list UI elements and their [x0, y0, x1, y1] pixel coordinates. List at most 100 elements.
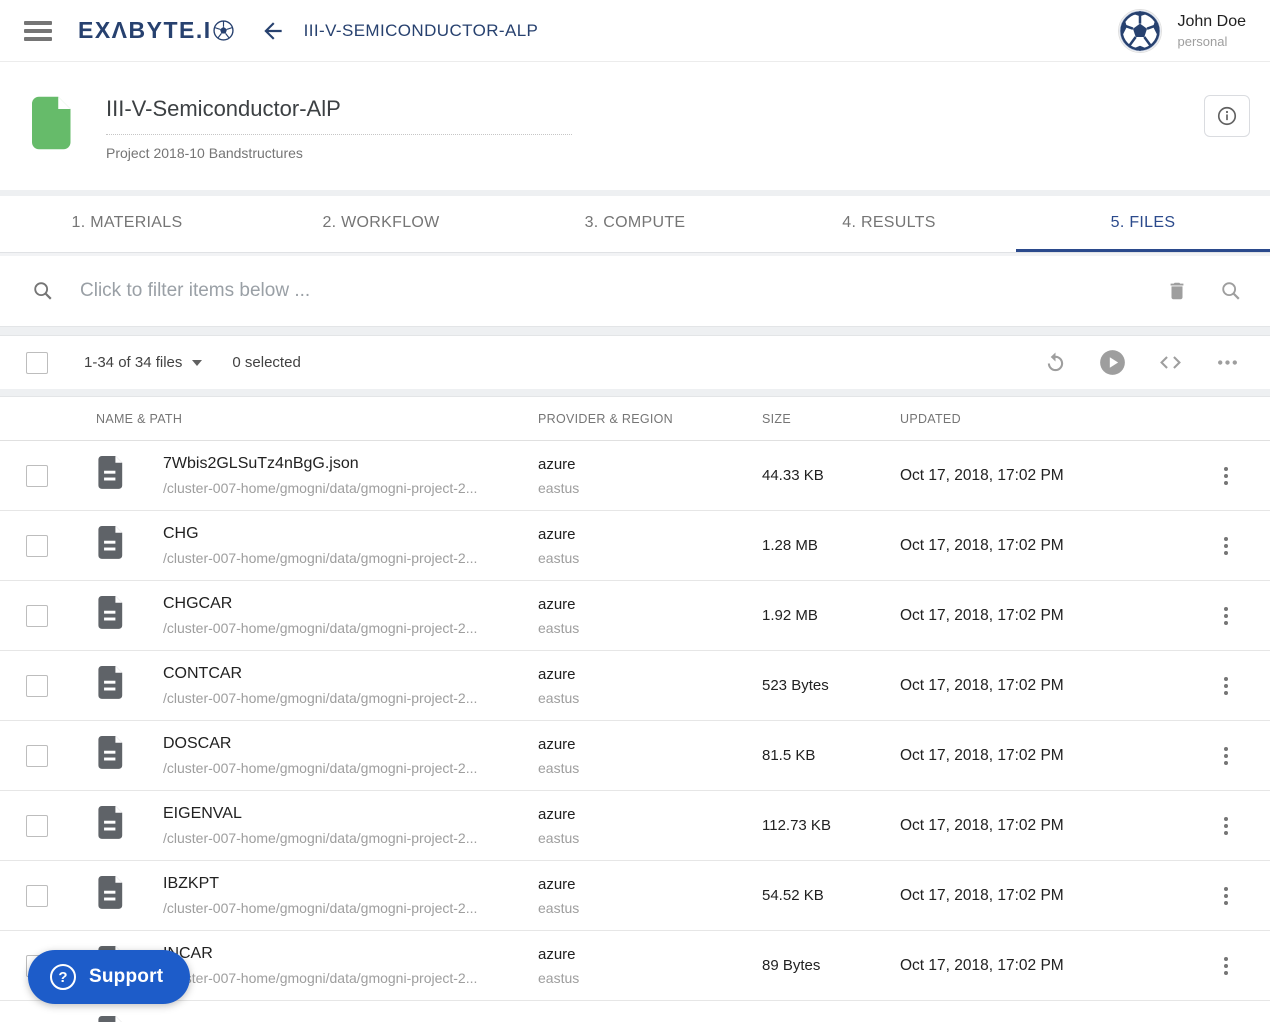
table-row[interactable]: IBZKPT /cluster-007-home/gmogni/data/gmo… [0, 861, 1270, 931]
row-menu-icon[interactable] [1218, 601, 1234, 631]
more-horizontal-icon[interactable] [1215, 350, 1240, 375]
file-name: CONTCAR [163, 665, 243, 682]
file-provider: azure [538, 595, 576, 613]
table-row[interactable]: CHGCAR /cluster-007-home/gmogni/data/gmo… [0, 581, 1270, 651]
file-region: eastus [538, 619, 580, 636]
col-header-updated[interactable]: UPDATED [900, 412, 1200, 426]
section-divider [0, 326, 1270, 336]
pagination-dropdown[interactable]: 1-34 of 34 files [84, 354, 203, 371]
filter-input[interactable] [80, 280, 1166, 302]
table-row[interactable]: KPOINTS [0, 1001, 1270, 1022]
search-icon [34, 282, 52, 300]
file-updated: Oct 17, 2018, 17:02 PM [900, 816, 1064, 834]
row-menu-icon[interactable] [1218, 951, 1234, 981]
file-path: /cluster-007-home/gmogni/data/gmogni-pro… [163, 830, 478, 846]
file-provider: azure [538, 525, 576, 543]
file-updated: Oct 17, 2018, 17:02 PM [900, 606, 1064, 624]
select-all-checkbox[interactable] [26, 351, 48, 374]
file-provider: azure [538, 455, 576, 473]
user-menu[interactable]: John Doe personal [1117, 8, 1247, 53]
file-icon [98, 806, 123, 839]
user-account-type: personal [1177, 33, 1228, 49]
table-row[interactable]: INCAR /cluster-007-home/gmogni/data/gmog… [0, 931, 1270, 1001]
row-checkbox[interactable] [26, 604, 48, 627]
logo-ball-icon [213, 20, 234, 41]
project-header: III-V-Semiconductor-AlP Project 2018-10 … [0, 62, 1270, 190]
info-icon [1217, 106, 1237, 126]
file-provider: azure [538, 735, 576, 753]
file-size: 112.73 KB [762, 817, 831, 834]
row-checkbox[interactable] [26, 534, 48, 557]
user-name: John Doe [1177, 12, 1247, 30]
chevron-down-icon [192, 359, 203, 366]
col-header-name-path[interactable]: NAME & PATH [72, 412, 538, 426]
tab-5-files[interactable]: 5. FILES [1016, 196, 1270, 252]
file-updated: Oct 17, 2018, 17:02 PM [900, 466, 1064, 484]
menu-icon[interactable] [24, 20, 52, 41]
file-size: 44.33 KB [762, 467, 824, 484]
file-path: /cluster-007-home/gmogni/data/gmogni-pro… [163, 550, 478, 566]
file-provider: azure [538, 665, 576, 683]
file-path: /cluster-007-home/gmogni/data/gmogni-pro… [163, 620, 478, 636]
col-header-provider-region[interactable]: PROVIDER & REGION [538, 412, 760, 426]
file-region: eastus [538, 479, 580, 496]
tab-1-materials[interactable]: 1. MATERIALS [0, 196, 254, 252]
support-button[interactable]: ? Support [28, 950, 191, 1004]
tabs: 1. MATERIALS 2. WORKFLOW 3. COMPUTE 4. RESU… [0, 196, 1270, 253]
tab-4-results[interactable]: 4. RESULTS [762, 196, 1016, 252]
play-icon[interactable] [1099, 349, 1126, 376]
row-checkbox[interactable] [26, 744, 48, 767]
filter-bar [0, 256, 1270, 326]
avatar[interactable] [1117, 8, 1162, 53]
table-row[interactable]: 7Wbis2GLSuTz4nBgG.json /cluster-007-home… [0, 441, 1270, 511]
tab-2-workflow[interactable]: 2. WORKFLOW [254, 196, 508, 252]
file-path: /cluster-007-home/gmogni/data/gmogni-pro… [163, 900, 478, 916]
info-button[interactable] [1204, 95, 1250, 137]
file-size: 1.92 MB [762, 607, 818, 624]
table-row[interactable]: DOSCAR /cluster-007-home/gmogni/data/gmo… [0, 721, 1270, 791]
file-size: 81.5 KB [762, 747, 816, 764]
table-row[interactable]: CONTCAR /cluster-007-home/gmogni/data/gm… [0, 651, 1270, 721]
file-icon [98, 456, 123, 489]
row-menu-icon[interactable] [1218, 461, 1234, 491]
file-path: /cluster-007-home/gmogni/data/gmogni-pro… [163, 970, 478, 986]
refresh-icon[interactable] [1044, 351, 1067, 374]
file-region: eastus [538, 969, 580, 986]
tab-label: 4. RESULTS [842, 213, 936, 231]
file-icon [98, 596, 123, 629]
pagination-label: 1-34 of 34 files [84, 354, 183, 371]
table-row[interactable]: EIGENVAL /cluster-007-home/gmogni/data/g… [0, 791, 1270, 861]
row-checkbox[interactable] [26, 464, 48, 487]
col-header-size[interactable]: SIZE [760, 412, 900, 426]
row-menu-icon[interactable] [1218, 741, 1234, 771]
file-name: INCAR [163, 945, 213, 962]
support-label: Support [89, 966, 164, 987]
row-menu-icon[interactable] [1218, 881, 1234, 911]
file-size: 89 Bytes [762, 957, 821, 974]
page-title[interactable]: III-V-Semiconductor-AlP [106, 96, 572, 135]
selected-count: 0 selected [232, 354, 301, 371]
trash-icon[interactable] [1166, 280, 1188, 302]
app-logo[interactable]: EXΛBYTE.I [78, 17, 234, 44]
table-row[interactable]: CHG /cluster-007-home/gmogni/data/gmogni… [0, 511, 1270, 581]
file-provider: azure [538, 875, 576, 893]
row-menu-icon[interactable] [1218, 531, 1234, 561]
row-menu-icon[interactable] [1218, 811, 1234, 841]
file-region: eastus [538, 689, 580, 706]
row-checkbox[interactable] [26, 674, 48, 697]
back-arrow-icon[interactable] [260, 18, 286, 44]
file-updated: Oct 17, 2018, 17:02 PM [900, 886, 1064, 904]
tab-3-compute[interactable]: 3. COMPUTE [508, 196, 762, 252]
table-search-icon[interactable] [1220, 280, 1242, 302]
logo-text: EXΛBYTE.I [78, 17, 212, 43]
row-checkbox[interactable] [26, 884, 48, 907]
tab-label: 1. MATERIALS [71, 213, 183, 231]
row-checkbox[interactable] [26, 814, 48, 837]
file-name: 7Wbis2GLSuTz4nBgG.json [163, 455, 359, 472]
code-icon[interactable] [1158, 350, 1183, 375]
file-provider: azure [538, 805, 576, 823]
row-menu-icon[interactable] [1218, 671, 1234, 701]
file-name: IBZKPT [163, 875, 220, 892]
file-path: /cluster-007-home/gmogni/data/gmogni-pro… [163, 480, 478, 496]
file-path: /cluster-007-home/gmogni/data/gmogni-pro… [163, 690, 478, 706]
